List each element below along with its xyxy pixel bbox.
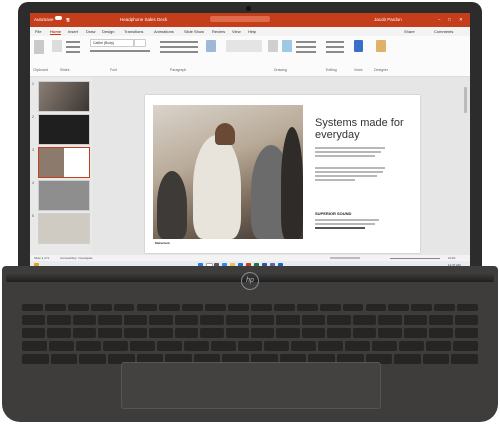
keyboard-key[interactable]: [79, 354, 106, 364]
keyboard-key[interactable]: [210, 341, 236, 351]
keyboard-key[interactable]: [319, 304, 341, 311]
keyboard-key[interactable]: [22, 315, 46, 325]
keyboard-key[interactable]: [429, 328, 453, 338]
keyboard-key[interactable]: [453, 341, 478, 351]
keyboard-key[interactable]: [182, 304, 204, 311]
keyboard-key[interactable]: [378, 328, 402, 338]
keyboard-key[interactable]: [123, 328, 148, 338]
keyboard-key[interactable]: [345, 341, 371, 351]
keyboard-key[interactable]: [156, 341, 182, 351]
keyboard-key[interactable]: [200, 315, 224, 325]
keyboard-key[interactable]: [411, 304, 433, 311]
keyboard-key[interactable]: [237, 341, 263, 351]
keyboard-key[interactable]: [451, 354, 478, 364]
keyboard-key[interactable]: [75, 341, 101, 351]
keyboard-key[interactable]: [149, 328, 173, 338]
keyboard-key[interactable]: [225, 328, 249, 338]
keyboard-key[interactable]: [98, 315, 122, 325]
keyboard-key[interactable]: [301, 315, 326, 325]
keyboard-key[interactable]: [174, 315, 199, 325]
keyboard-key[interactable]: [273, 304, 295, 311]
keyboard-key[interactable]: [426, 341, 452, 351]
keyboard-key[interactable]: [123, 315, 148, 325]
touchpad[interactable]: [121, 362, 381, 409]
keyboard-key[interactable]: [399, 341, 425, 351]
keyboard-key[interactable]: [276, 315, 300, 325]
keyboard-key[interactable]: [264, 341, 290, 351]
keyboard-key[interactable]: [422, 354, 450, 364]
keyboard-key[interactable]: [22, 328, 46, 338]
keyboard-key[interactable]: [72, 328, 97, 338]
keyboard-key[interactable]: [22, 341, 47, 351]
keyboard-key[interactable]: [327, 315, 351, 325]
keyboard-key[interactable]: [228, 304, 249, 311]
keyboard-key[interactable]: [378, 315, 402, 325]
keyboard-key[interactable]: [352, 315, 377, 325]
keyboard-key[interactable]: [342, 304, 364, 311]
keyboard-key[interactable]: [47, 315, 71, 325]
keyboard-key[interactable]: [67, 304, 89, 311]
keyboard-key[interactable]: [365, 304, 387, 311]
keyboard-key[interactable]: [149, 315, 173, 325]
keyboard-key[interactable]: [327, 328, 351, 338]
keyboard-key[interactable]: [388, 304, 410, 311]
keyboard-key[interactable]: [454, 315, 478, 325]
keyboard-key[interactable]: [318, 341, 344, 351]
keyboard-key[interactable]: [174, 328, 199, 338]
keyboard-key[interactable]: [225, 315, 249, 325]
keyboard-key[interactable]: [72, 315, 97, 325]
keyboard-key[interactable]: [129, 341, 155, 351]
keyboard-key[interactable]: [205, 304, 227, 311]
keyboard-key[interactable]: [22, 354, 49, 364]
keyboard-key[interactable]: [113, 304, 135, 311]
keyboard-key[interactable]: [291, 341, 317, 351]
keyboard-key[interactable]: [301, 328, 326, 338]
keyboard-key[interactable]: [276, 328, 300, 338]
keyboard-key[interactable]: [102, 341, 128, 351]
keyboard-key[interactable]: [48, 341, 74, 351]
keyboard-key[interactable]: [47, 328, 71, 338]
keyboard-key[interactable]: [200, 328, 224, 338]
keyboard-key[interactable]: [98, 328, 122, 338]
keyboard-key[interactable]: [159, 304, 181, 311]
keyboard-key[interactable]: [454, 328, 478, 338]
keyboard-key[interactable]: [50, 354, 78, 364]
keyboard-key[interactable]: [394, 354, 421, 364]
keyboard-key[interactable]: [251, 315, 275, 325]
keyboard-key[interactable]: [296, 304, 318, 311]
keyboard-key[interactable]: [457, 304, 478, 311]
keyboard-key[interactable]: [403, 315, 428, 325]
keyboard-key[interactable]: [90, 304, 112, 311]
keyboard-key[interactable]: [372, 341, 398, 351]
keyboard-key[interactable]: [434, 304, 456, 311]
keyboard-key[interactable]: [352, 328, 377, 338]
keyboard-key[interactable]: [251, 304, 272, 311]
keyboard-key[interactable]: [429, 315, 453, 325]
keyboard-key[interactable]: [44, 304, 66, 311]
keyboard-key[interactable]: [136, 304, 158, 311]
keyboard-key[interactable]: [251, 328, 275, 338]
keyboard-key[interactable]: [183, 341, 209, 351]
keyboard-key[interactable]: [403, 328, 428, 338]
keyboard-key[interactable]: [22, 304, 43, 311]
